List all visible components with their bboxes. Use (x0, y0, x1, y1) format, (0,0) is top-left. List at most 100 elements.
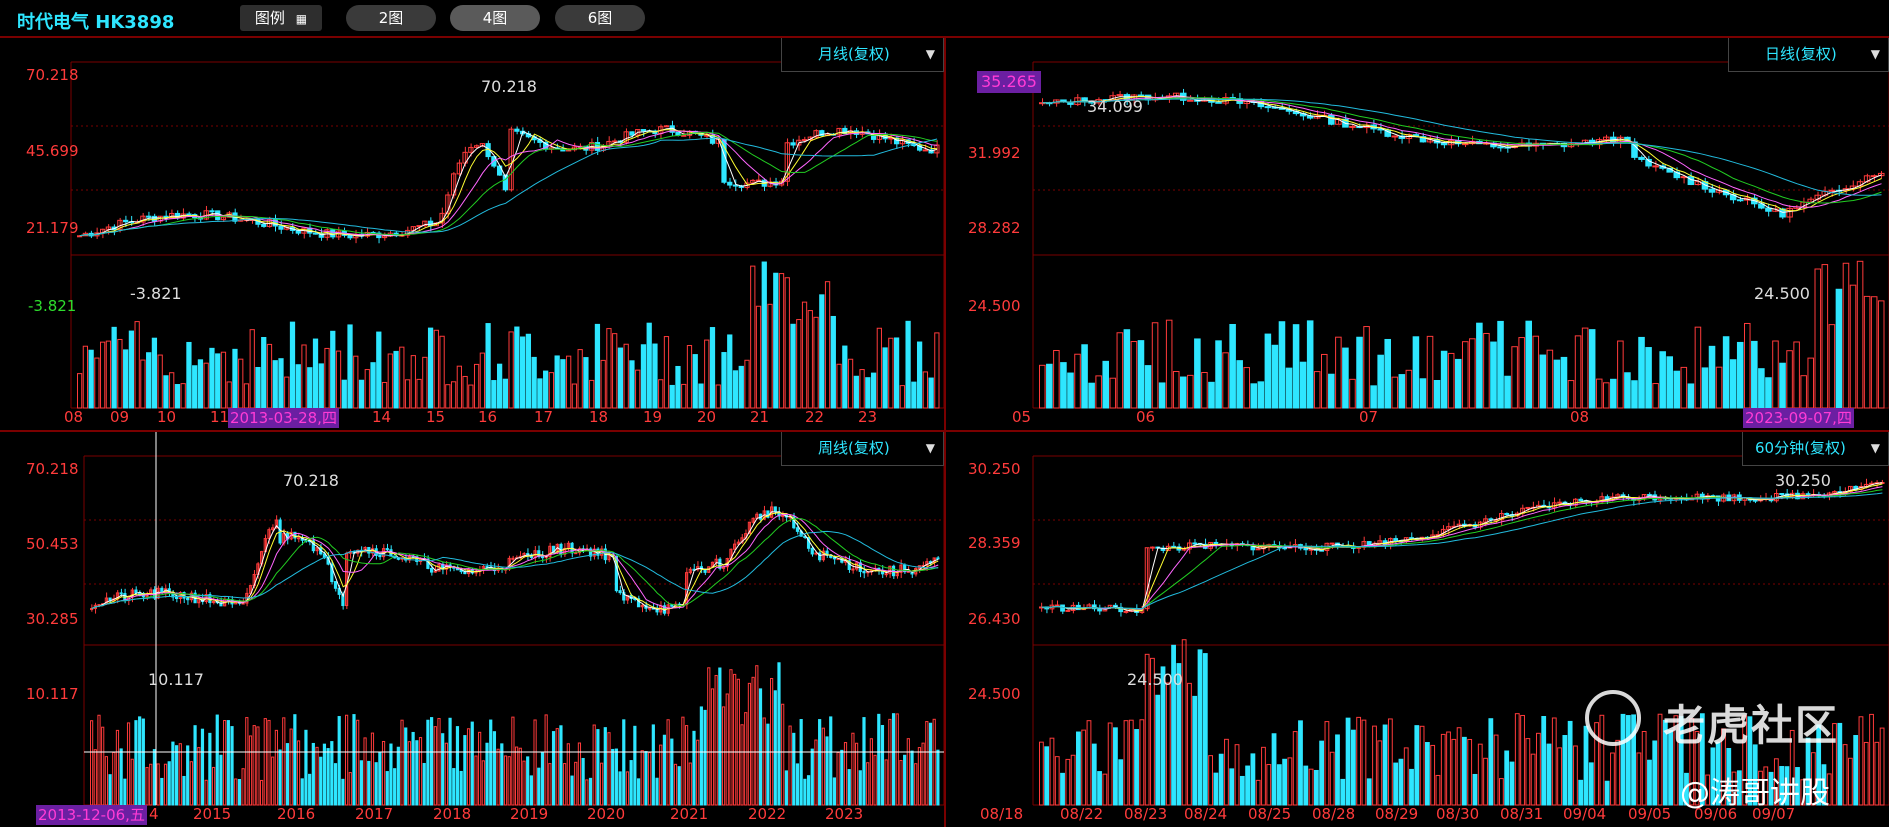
volume-bar (308, 773, 312, 806)
volume-bar (1208, 381, 1215, 409)
volume-bar (1863, 295, 1871, 409)
monthly-period-select[interactable]: 月线(复权) ▼ (781, 38, 944, 72)
volume-bar (296, 740, 301, 806)
volume-bar (801, 301, 808, 409)
min60-low-label: 24.500 (1127, 670, 1183, 689)
weekly-period-select[interactable]: 周线(复权) ▼ (781, 432, 944, 466)
volume-bar (1525, 320, 1533, 409)
volume-bar (1863, 741, 1869, 806)
candle-body (427, 220, 434, 227)
candle-body (146, 215, 152, 218)
volume-bar (1578, 779, 1584, 806)
volume-bar (1076, 731, 1081, 806)
daily-period-select[interactable]: 日线(复权) ▼ (1728, 38, 1889, 72)
volume-bar (914, 763, 918, 806)
volume-bar (1158, 382, 1166, 409)
volume-bar (622, 719, 626, 806)
volume-bar (853, 375, 859, 409)
volume-bar (479, 352, 485, 409)
volume-bar (792, 732, 796, 806)
volume-bar (1701, 367, 1709, 409)
volume-bar (411, 731, 415, 806)
volume-bar (1372, 725, 1377, 806)
volume-bar (500, 743, 504, 806)
volume-bar (612, 333, 618, 409)
volume-bar (337, 716, 341, 806)
min60-period-select[interactable]: 60分钟(复权) ▼ (1742, 432, 1889, 466)
min60-y-label: 24.500 (968, 685, 1021, 703)
weekly-y-label: 70.218 (26, 460, 79, 478)
volume-bar (1107, 722, 1113, 806)
monthly-chart-canvas[interactable] (0, 38, 944, 430)
candle-body (862, 570, 866, 574)
volume-bar (906, 738, 910, 806)
volume-bar (640, 344, 647, 409)
volume-bar (1278, 321, 1286, 409)
volume-bar (1708, 345, 1716, 409)
volume-bar (1541, 716, 1547, 806)
volume-bar (607, 732, 611, 806)
volume-bar (738, 365, 744, 409)
volume-bar (370, 362, 376, 409)
volume-bar (525, 333, 532, 409)
volume-bar (824, 281, 831, 409)
volume-bar (466, 728, 471, 806)
layout-2-button[interactable]: 2图 (346, 5, 436, 31)
volume-bar (160, 777, 164, 806)
daily-y-label: 31.992 (968, 144, 1021, 162)
layout-4-button[interactable]: 4图 (450, 5, 540, 31)
volume-bar (1786, 350, 1793, 409)
volume-bar (197, 747, 201, 806)
weekly-crosshair-date: 2013-12-06,五 (36, 805, 147, 825)
volume-bar (352, 714, 356, 806)
volume-bar (1694, 326, 1702, 409)
volume-bar (1567, 380, 1575, 409)
volume-bar (230, 726, 234, 806)
volume-bar (163, 763, 168, 806)
volume-bar (1800, 375, 1807, 409)
volume-bar (767, 303, 773, 409)
layout-6-button[interactable]: 6图 (555, 5, 645, 31)
volume-bar (1638, 336, 1645, 409)
volume-bar (1287, 757, 1293, 806)
monthly-x-label: 19 (643, 408, 663, 426)
volume-bar (112, 751, 116, 806)
volume-bar (1393, 762, 1399, 806)
candle-body (663, 125, 670, 128)
volume-bar (686, 345, 693, 409)
volume-bar (603, 727, 607, 806)
daily-chart-panel[interactable]: 日线(复权) ▼ 35.265 31.992 28.282 24.500 34.… (946, 38, 1889, 430)
volume-bar (126, 722, 131, 806)
weekly-y-label: 10.117 (26, 685, 79, 703)
volume-bar (1525, 738, 1531, 806)
volume-bar (704, 339, 710, 409)
volume-bar (1514, 713, 1520, 806)
volume-bar (1610, 752, 1615, 806)
candle-body (681, 134, 687, 137)
candle-body (810, 547, 814, 555)
min60-peak-label: 30.250 (1775, 471, 1831, 490)
volume-bar (381, 740, 386, 806)
volume-bar (180, 383, 186, 409)
volume-bar (1440, 350, 1448, 409)
volume-bar (932, 718, 936, 806)
monthly-chart-panel[interactable]: 月线(复权) ▼ 70.218 45.699 21.179 -3.821 70.… (0, 38, 944, 430)
volume-bar (1687, 383, 1695, 409)
volume-bar (1187, 682, 1192, 806)
volume-bar (1722, 336, 1730, 409)
volume-bar (1659, 351, 1666, 409)
volume-bar (1165, 319, 1173, 409)
volume-bar (178, 743, 182, 806)
volume-bar (1086, 720, 1092, 806)
volume-bar (1842, 744, 1848, 806)
volume-bar (1299, 361, 1307, 409)
volume-bar (1250, 753, 1256, 806)
weekly-chart-canvas[interactable] (0, 432, 944, 827)
candle-body (629, 131, 635, 136)
volume-bar (345, 714, 349, 806)
legend-button[interactable]: 图例 ▦ (240, 5, 322, 31)
volume-bar (703, 709, 707, 806)
candle-body (1054, 604, 1060, 607)
volume-bar (1053, 349, 1060, 409)
weekly-chart-panel[interactable]: 周线(复权) ▼ 70.218 50.453 30.285 10.117 70.… (0, 432, 944, 827)
